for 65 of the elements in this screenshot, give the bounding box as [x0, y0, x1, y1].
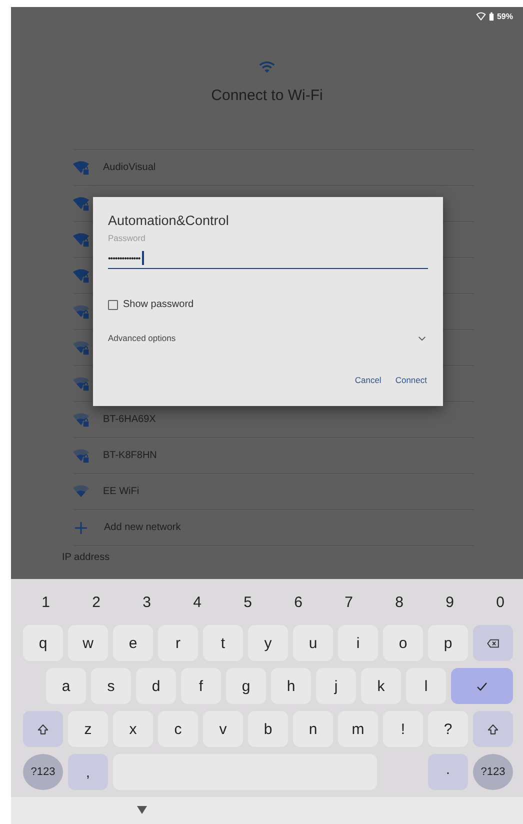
show-password-label: Show password [123, 299, 194, 310]
battery-percent: 59% [496, 12, 513, 20]
number-key[interactable]: 0 [478, 594, 523, 610]
key[interactable]: h [271, 668, 311, 704]
advanced-options-toggle[interactable]: Advanced options [108, 333, 428, 343]
shift-key[interactable] [473, 711, 513, 747]
show-password-checkbox[interactable] [108, 300, 118, 310]
page-title: Connect to Wi-Fi [211, 87, 323, 104]
key[interactable]: b [248, 711, 288, 747]
shift-icon [37, 724, 49, 734]
backspace-key[interactable] [473, 625, 513, 661]
shift-key[interactable] [23, 711, 63, 747]
key[interactable]: k [361, 668, 401, 704]
key[interactable]: i [338, 625, 378, 661]
number-key[interactable]: 6 [276, 594, 321, 610]
ip-address-label: IP address [62, 552, 110, 562]
key[interactable]: v [203, 711, 243, 747]
symbols-key[interactable]: ?123 [23, 754, 63, 790]
dialog-button[interactable]: Connect [390, 373, 432, 387]
key[interactable]: l [406, 668, 446, 704]
number-key[interactable]: 7 [326, 594, 372, 610]
number-key[interactable]: 2 [74, 594, 119, 610]
key[interactable]: o [383, 625, 423, 661]
key[interactable]: ? [428, 711, 468, 747]
key[interactable]: e [113, 625, 153, 661]
wifi-icon [259, 61, 275, 73]
number-key[interactable]: 4 [174, 594, 220, 610]
number-key[interactable]: 1 [23, 594, 68, 610]
key[interactable]: y [248, 625, 288, 661]
number-key[interactable]: 5 [225, 594, 270, 610]
backspace-icon [487, 638, 499, 648]
dialog-button[interactable]: Cancel [350, 373, 386, 387]
key[interactable]: r [158, 625, 198, 661]
key[interactable]: q [23, 625, 63, 661]
key[interactable]: z [68, 711, 108, 747]
hide-keyboard-icon[interactable] [137, 806, 147, 814]
wifi-icon [476, 12, 486, 20]
key[interactable]: n [293, 711, 333, 747]
key[interactable]: j [316, 668, 356, 704]
dialog-title: Automation&Control [108, 213, 230, 228]
key[interactable]: p [428, 625, 468, 661]
key[interactable]: f [181, 668, 221, 704]
punctuation-key[interactable]: · [428, 754, 468, 790]
number-key[interactable]: 9 [427, 594, 472, 610]
key[interactable]: d [136, 668, 176, 704]
symbols-key[interactable]: ?123 [473, 754, 513, 790]
plus-icon [75, 522, 87, 534]
battery-icon [488, 12, 494, 20]
key[interactable]: t [203, 625, 243, 661]
checkmark-icon [476, 680, 488, 692]
key[interactable]: m [338, 711, 378, 747]
password-field[interactable]: •••••••••••••• [108, 248, 428, 269]
number-key[interactable]: 3 [124, 594, 170, 610]
key[interactable]: c [158, 711, 198, 747]
password-label: Password [108, 233, 146, 243]
key[interactable]: x [113, 711, 153, 747]
key[interactable]: ! [383, 711, 423, 747]
key[interactable]: a [46, 668, 86, 704]
punctuation-key[interactable]: , [68, 754, 108, 790]
shift-icon [487, 724, 499, 734]
number-key[interactable]: 8 [376, 594, 422, 610]
key[interactable]: w [68, 625, 108, 661]
key[interactable]: s [91, 668, 131, 704]
key[interactable]: g [226, 668, 266, 704]
key[interactable]: u [293, 625, 333, 661]
